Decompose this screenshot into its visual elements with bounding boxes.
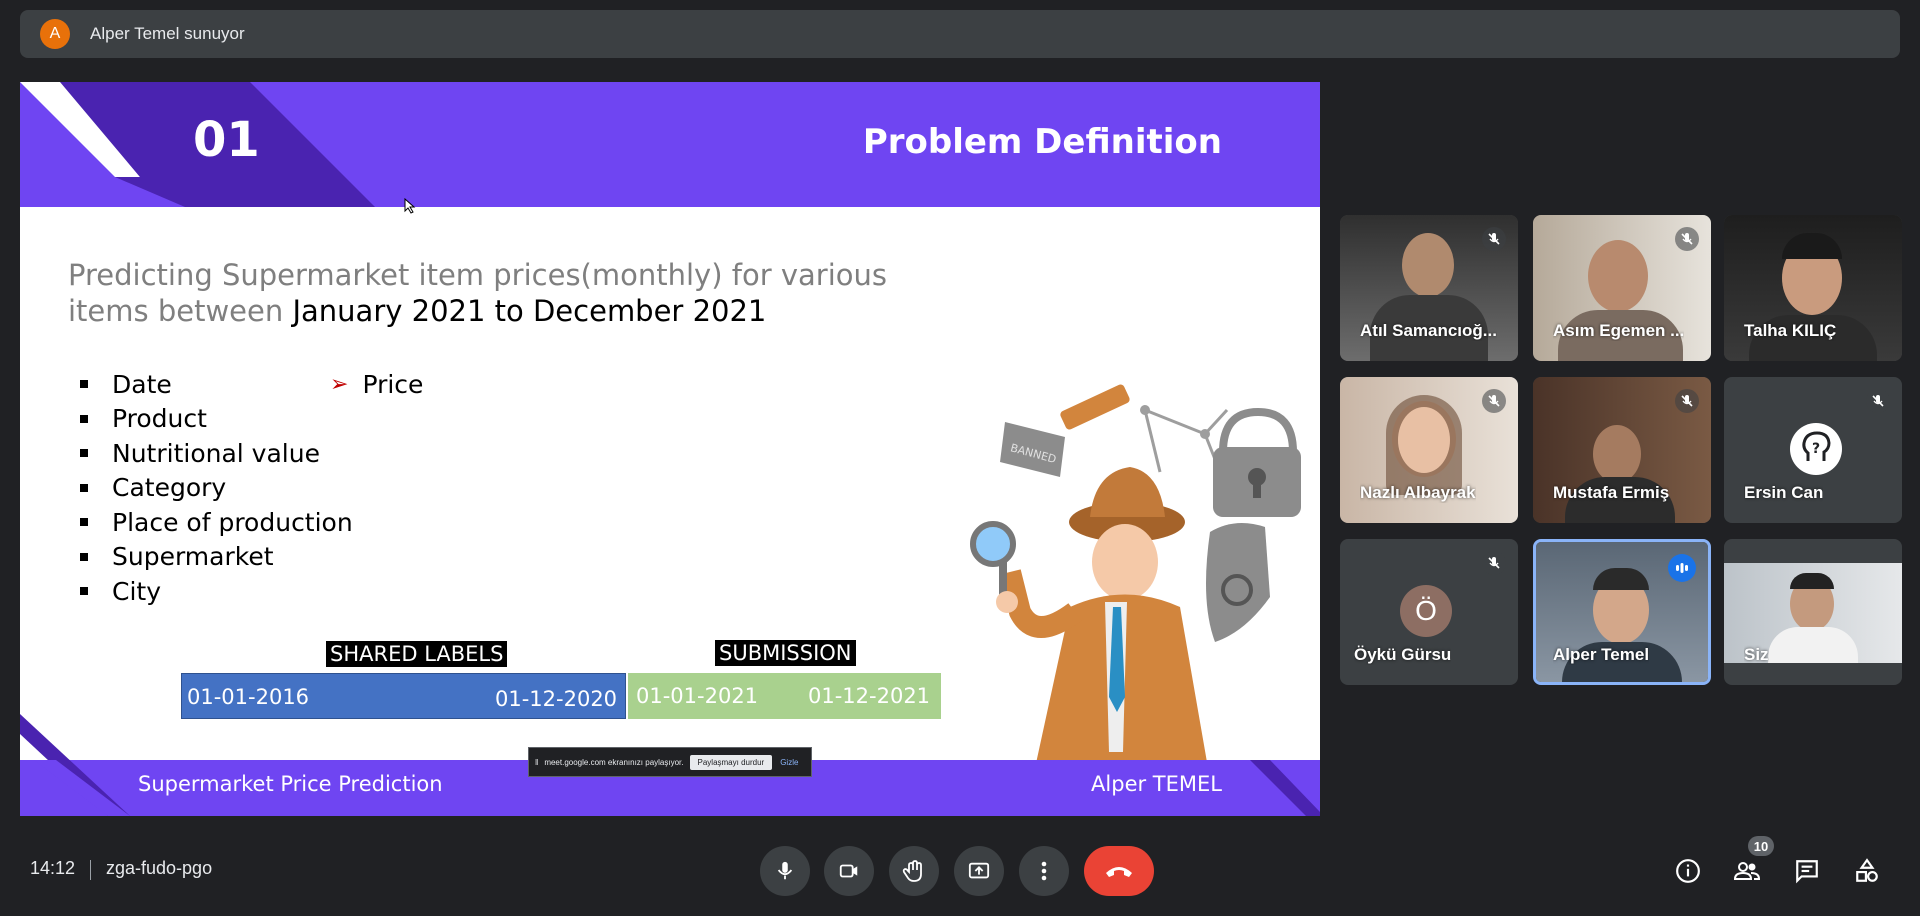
- presenter-text: Alper Temel sunuyor: [90, 24, 245, 43]
- raise-hand-icon: [902, 860, 922, 882]
- presenter-avatar: A: [40, 19, 70, 49]
- microphone-button[interactable]: [760, 846, 810, 896]
- more-vert-icon: [1041, 861, 1047, 881]
- leave-call-button[interactable]: [1084, 846, 1154, 896]
- mic-off-icon: [1482, 227, 1506, 251]
- participant-name: Atıl Samancıoğ...: [1360, 321, 1497, 340]
- participants-count-badge: 10: [1748, 836, 1774, 856]
- footer-right-decoration: [1250, 760, 1320, 816]
- participant-name: Talha KILIÇ: [1744, 321, 1837, 340]
- mic-off-icon: [1482, 551, 1506, 575]
- presenter-bar: A Alper Temel sunuyor: [20, 10, 1900, 58]
- present-screen-icon: [968, 862, 990, 879]
- participant-tile[interactable]: Atıl Samancıoğ...: [1340, 215, 1518, 361]
- microphone-icon: [777, 861, 793, 880]
- participant-tile[interactable]: Mustafa Ermiş: [1533, 377, 1711, 523]
- more-options-button[interactable]: [1019, 846, 1069, 896]
- hang-up-icon: [1106, 867, 1132, 877]
- participants-button[interactable]: [1731, 855, 1763, 887]
- slide-footer-title: Supermarket Price Prediction: [138, 772, 443, 796]
- activities-icon: [1856, 858, 1878, 882]
- list-item: Nutritional value: [80, 436, 353, 471]
- meeting-details-button[interactable]: [1672, 855, 1704, 887]
- list-item: Category: [80, 471, 353, 506]
- shared-end-date: 01-12-2020: [495, 687, 618, 711]
- participant-tile-active-speaker[interactable]: Alper Temel: [1533, 539, 1711, 685]
- anonymous-avatar-icon: ?: [1790, 423, 1842, 475]
- participant-tile[interactable]: Asım Egemen ...: [1533, 215, 1711, 361]
- list-item: Supermarket: [80, 540, 353, 575]
- mic-off-icon: [1675, 227, 1699, 251]
- submission-start-date: 01-01-2021: [636, 684, 759, 708]
- participant-name: Ersin Can: [1744, 483, 1824, 502]
- activities-button[interactable]: [1851, 855, 1883, 887]
- participant-tile-self[interactable]: Siz: [1724, 539, 1902, 685]
- submission-end-date: 01-12-2021: [808, 684, 931, 708]
- pause-icon: ‖: [535, 757, 539, 767]
- participant-name: Mustafa Ermiş: [1553, 483, 1670, 502]
- submission-heading: SUBMISSION: [715, 640, 856, 666]
- slide-description: Predicting Supermarket item prices(month…: [68, 257, 968, 329]
- target-item-label: Price: [362, 369, 424, 399]
- participant-name: Siz: [1744, 645, 1769, 664]
- mic-off-icon: [1482, 389, 1506, 413]
- feature-list: Date Product Nutritional value Category …: [80, 367, 353, 609]
- shared-start-date: 01-01-2016: [187, 685, 310, 709]
- participant-name: Asım Egemen ...: [1553, 321, 1685, 340]
- footer-left-decoration: [20, 714, 130, 816]
- participant-tile[interactable]: Talha KILIÇ: [1724, 215, 1902, 361]
- screen-share-notice: ‖ meet.google.com ekranınızı paylaşıyor.…: [528, 747, 812, 777]
- mic-off-icon: [1675, 389, 1699, 413]
- participant-name: Öykü Gürsu: [1354, 645, 1452, 664]
- detective-illustration: BANNED: [970, 384, 1301, 816]
- slide-title: Problem Definition: [862, 122, 1222, 162]
- divider: [90, 860, 91, 880]
- list-item: City: [80, 574, 353, 609]
- mic-off-icon: [1866, 389, 1890, 413]
- chat-button[interactable]: [1791, 855, 1823, 887]
- slide-footer-author: Alper TEMEL: [1091, 772, 1222, 796]
- hide-notice-link[interactable]: Gizle: [780, 758, 798, 767]
- arrow-icon: ➢: [330, 371, 349, 397]
- slide-description-part2: January 2021 to December 2021: [292, 294, 767, 328]
- participant-tile[interactable]: ? Ersin Can: [1724, 377, 1902, 523]
- speaking-indicator-icon: [1668, 554, 1696, 582]
- info-icon: [1676, 859, 1700, 883]
- list-item: Date: [80, 367, 353, 402]
- presentation-slide: 01 Problem Definition Predicting Superma…: [20, 82, 1320, 816]
- participant-tile[interactable]: Nazlı Albayrak: [1340, 377, 1518, 523]
- people-icon: [1733, 862, 1761, 880]
- stop-sharing-button[interactable]: Paylaşmayı durdur: [689, 754, 773, 770]
- share-notice-text: meet.google.com ekranınızı paylaşıyor.: [544, 757, 684, 767]
- chat-icon: [1796, 860, 1818, 884]
- present-screen-button[interactable]: [954, 846, 1004, 896]
- list-item: Product: [80, 402, 353, 437]
- camera-button[interactable]: [824, 846, 874, 896]
- raise-hand-button[interactable]: [889, 846, 939, 896]
- participant-tile[interactable]: Ö Öykü Gürsu: [1340, 539, 1518, 685]
- participant-name: Nazlı Albayrak: [1360, 483, 1476, 502]
- shared-labels-heading: SHARED LABELS: [326, 641, 508, 667]
- participant-name: Alper Temel: [1553, 645, 1650, 664]
- list-item: Place of production: [80, 505, 353, 540]
- target-item: ➢ Price: [330, 367, 423, 402]
- camera-icon: [839, 864, 858, 878]
- svg-text:?: ?: [1812, 441, 1820, 457]
- participant-avatar: Ö: [1400, 585, 1452, 637]
- slide-number: 01: [193, 112, 260, 168]
- mouse-cursor-icon: [404, 198, 416, 214]
- meeting-code: zga-fudo-pgo: [106, 858, 213, 878]
- meeting-time: 14:12: [30, 858, 76, 878]
